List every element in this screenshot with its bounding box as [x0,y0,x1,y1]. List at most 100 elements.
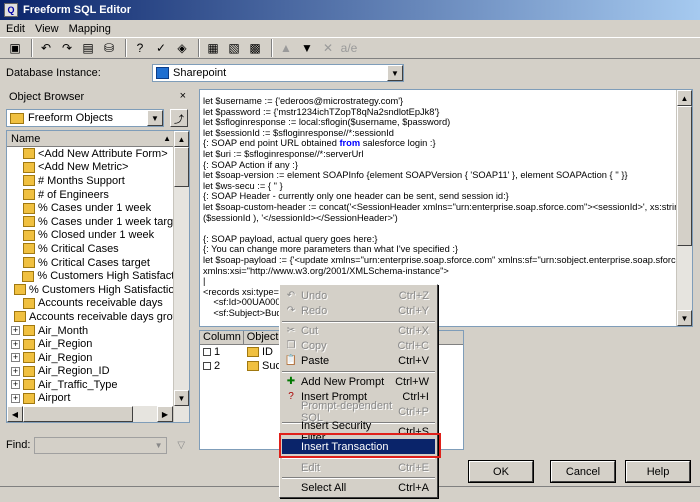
sql-line[interactable] [203,223,692,234]
delete-icon[interactable]: ✕ [319,39,337,57]
menu-view[interactable]: View [35,23,59,35]
tree-item[interactable]: Accounts receivable days growth [7,310,189,324]
tree-item[interactable]: % Cases under 1 week [7,201,189,215]
menu-item-select-all[interactable]: Select All Ctrl+A [282,480,435,495]
menu-item-cut[interactable]: ✂ Cut Ctrl+X [282,323,435,338]
find-input[interactable]: ▼ [34,436,167,454]
expand-icon[interactable]: + [11,366,20,376]
filter-icon[interactable]: ▽ [173,437,190,454]
editor-vertical-scrollbar[interactable]: ▲ ▼ [676,90,692,326]
help-prompt-icon[interactable]: ? [131,39,149,57]
prompt-icon[interactable]: ▩ [246,39,264,57]
insert-icon[interactable]: ▧ [225,39,243,57]
menu-edit[interactable]: Edit [6,23,25,35]
chevron-down-icon[interactable]: ▼ [147,110,163,126]
tree-column-header[interactable]: Name ▲ [7,131,189,147]
sql-line[interactable]: <sf:Subject>Budg [203,308,692,319]
sql-line[interactable]: let $soap-custom-header := concat('<Sess… [203,202,692,213]
lock-icon[interactable]: ⛁ [100,39,118,57]
sql-line[interactable]: let $soap-version := element SOAPInfo {e… [203,170,692,181]
grid-header-column[interactable]: Column [200,331,244,344]
sql-line[interactable]: xmlns:xsi="http://www.w3.org/2001/XMLSch… [203,266,692,277]
column-icon [203,348,211,356]
menu-item-add-new-prompt[interactable]: ✚ Add New Prompt Ctrl+W [282,374,435,389]
menu-item-prompt-dependent-sql[interactable]: Prompt-dependent SQL Ctrl+P [282,400,435,424]
tree-item[interactable]: + Air_Region [7,351,189,365]
chevron-down-icon[interactable]: ▼ [387,65,403,81]
sql-line[interactable]: | [203,276,692,287]
metric-icon [23,229,35,241]
cancel-button[interactable]: Cancel [550,460,616,483]
tree-vertical-scrollbar[interactable]: ▲ ▼ [173,131,189,422]
add-icon[interactable]: ▦ [204,39,222,57]
tree-item-label: Air_Region [38,338,93,351]
tree-item[interactable]: + Airport [7,392,189,406]
tree-item[interactable]: % Closed under 1 week [7,229,189,243]
sql-line[interactable]: {: SOAP Header - currently only one head… [203,191,692,202]
sql-line[interactable]: <records xsi:type="s [203,287,692,298]
attribute-icon[interactable]: ▤ [79,39,97,57]
highlight-annotation [279,433,441,458]
object-folder-select[interactable]: Freeform Objects ▼ [6,109,164,127]
expand-icon[interactable]: + [11,339,20,349]
menu-item-copy[interactable]: ❐ Copy Ctrl+C [282,338,435,353]
expand-icon[interactable]: + [11,326,20,336]
tree-item[interactable]: # Months Support [7,174,189,188]
menu-mapping[interactable]: Mapping [69,23,111,35]
tree-item[interactable]: + Air_Month [7,324,189,338]
check-icon[interactable]: ✓ [152,39,170,57]
sql-line[interactable]: let $soap-payload := {'<update xmlns="ur… [203,255,692,266]
expand-icon[interactable]: + [11,380,20,390]
expand-icon[interactable]: + [11,393,20,403]
undo-icon[interactable]: ↶ [37,39,55,57]
sql-line[interactable]: let $sfloginresponse := local:sflogin($u… [203,117,692,128]
tree-item[interactable]: # of Engineers [7,188,189,202]
tree-item[interactable]: % Critical Cases [7,242,189,256]
tree-item[interactable]: % Customers High Satisfaction [7,269,189,283]
expand-icon[interactable]: + [11,353,20,363]
sql-line[interactable]: {: SOAP Action if any :} [203,160,692,171]
tree-item[interactable]: % Customers High Satisfaction target [7,283,189,297]
tree-item-label: Air_Region [38,351,93,364]
sql-line[interactable]: {: You can change more parameters than w… [203,244,692,255]
sql-line[interactable]: {: SOAP payload, actual query goes here:… [203,234,692,245]
sql-line[interactable]: {: SOAP end point URL obtained from sale… [203,138,692,149]
ok-button[interactable]: OK [468,460,534,483]
sql-line[interactable]: let $sessionId := $sfloginresponse//*:se… [203,128,692,139]
sql-line[interactable]: ($sessionId ), '</sessionId></SessionHea… [203,213,692,224]
tree-item[interactable]: % Critical Cases target [7,256,189,270]
sql-view-icon[interactable]: ▣ [6,39,24,57]
close-icon[interactable]: × [180,90,186,102]
tree-horizontal-scrollbar[interactable]: ◀ ▶ [7,406,173,422]
tree-item[interactable]: <Add New Metric> [7,161,189,175]
sql-line[interactable]: <sf:Id>00UA000C [203,297,692,308]
redo-icon[interactable]: ↷ [58,39,76,57]
move-down-icon[interactable]: ▼ [298,39,316,57]
tree-item[interactable]: Accounts receivable days [7,297,189,311]
sql-text[interactable]: let $username := {'ederoos@microstrategy… [200,90,692,318]
tree-item[interactable]: + Air_Region [7,337,189,351]
move-up-icon[interactable]: ▲ [277,39,295,57]
tree-item[interactable]: + Air_Region_ID [7,365,189,379]
grid-cell-column: 1 [214,346,221,358]
attribute-icon [23,392,35,404]
help-button[interactable]: Help [625,460,691,483]
menu-item-edit[interactable]: Edit Ctrl+E [282,460,435,475]
sql-line[interactable]: let $username := {'ederoos@microstrategy… [203,96,692,107]
tree-item[interactable]: <Add New Attribute Form> [7,147,189,161]
security-icon[interactable]: ◈ [173,39,191,57]
menu-item-paste[interactable]: 📋 Paste Ctrl+V [282,353,435,368]
menu-item-redo[interactable]: ↷ Redo Ctrl+Y [282,303,435,318]
tree-item[interactable]: % Cases under 1 week target [7,215,189,229]
rename-icon[interactable]: a/e [340,39,358,57]
grid-header-object[interactable]: Object [244,331,284,344]
sql-line[interactable]: let $password := {'mstr1234ichTZopT8qNa2… [203,107,692,118]
tree-item[interactable]: + Air_Traffic_Type [7,378,189,392]
menu-item-undo[interactable]: ↶ Undo Ctrl+Z [282,288,435,303]
folder-up-icon[interactable]: ⤴ [170,109,188,127]
db-instance-select[interactable]: Sharepoint ▼ [152,64,404,82]
sql-line[interactable]: let $ws-secu := { '' } [203,181,692,192]
sql-editor[interactable]: let $username := {'ederoos@microstrategy… [199,89,693,327]
sql-line[interactable]: let $uri := $sfloginresponse//*:serverUr… [203,149,692,160]
attribute-icon [23,379,35,391]
